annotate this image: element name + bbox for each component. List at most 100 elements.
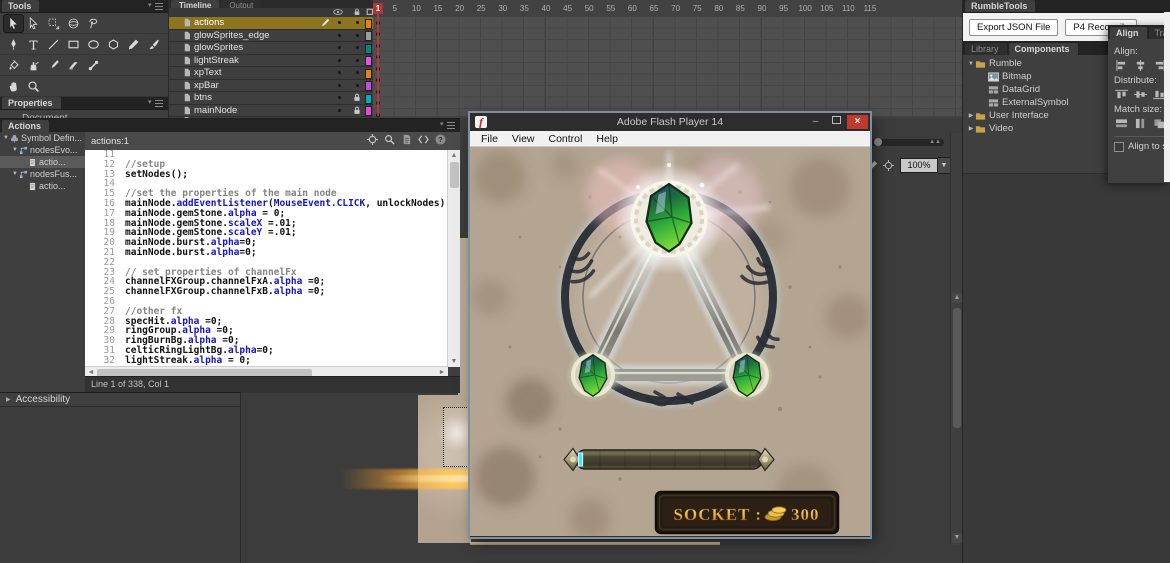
menu-control[interactable]: Control xyxy=(542,133,590,145)
frame-view-slider[interactable]: ▲▲ xyxy=(866,139,944,146)
scroll-up-icon[interactable]: ▲ xyxy=(952,293,962,303)
layer-outline-color[interactable] xyxy=(365,56,372,66)
script-tree-item[interactable]: actio... xyxy=(0,180,85,192)
layer-visibility-dot[interactable] xyxy=(338,21,341,24)
layer-visibility-dot[interactable] xyxy=(338,84,341,87)
layer-outline-color[interactable] xyxy=(365,106,372,116)
align-to-stage-checkbox[interactable]: Align to stage xyxy=(1114,141,1170,152)
layer-visibility-dot[interactable] xyxy=(338,109,341,112)
layer-row-actions[interactable]: actions xyxy=(169,17,373,30)
oval-tool[interactable] xyxy=(84,36,103,53)
layer-lock-dot[interactable] xyxy=(356,34,359,37)
brush-tool[interactable] xyxy=(144,36,163,53)
menu-help[interactable]: Help xyxy=(589,133,625,145)
layer-lock-dot[interactable] xyxy=(356,84,359,87)
scroll-down-icon[interactable]: ▼ xyxy=(952,533,962,543)
layer-outline-color[interactable] xyxy=(365,19,372,29)
lasso-tool[interactable] xyxy=(84,15,103,32)
socket-button[interactable]: SOCKET : 300 xyxy=(656,492,838,533)
line-tool[interactable] xyxy=(44,36,63,53)
pencil-tool[interactable] xyxy=(124,36,143,53)
tab-components[interactable]: Components xyxy=(1009,43,1078,55)
layer-outline-color[interactable] xyxy=(365,69,372,79)
eraser-tool[interactable] xyxy=(64,57,83,74)
subselection-tool[interactable] xyxy=(24,15,43,32)
layer-outline-color[interactable] xyxy=(365,94,372,104)
align-left-edge-icon[interactable] xyxy=(1114,59,1129,72)
polystar-tool[interactable] xyxy=(104,36,123,53)
export-json-button[interactable]: Export JSON File xyxy=(969,19,1058,36)
layer-visibility-dot[interactable] xyxy=(338,59,341,62)
layer-row-xpBar[interactable]: xpBar xyxy=(169,80,373,93)
paint-bucket-tool[interactable] xyxy=(4,57,23,74)
code-snippets-icon[interactable] xyxy=(418,134,429,145)
match-width-icon[interactable] xyxy=(1114,117,1129,130)
accessibility-header[interactable]: ▶Accessibility xyxy=(0,393,240,407)
lock-column-icon[interactable] xyxy=(352,8,362,16)
center-frame-icon[interactable] xyxy=(880,159,896,173)
close-button[interactable]: × xyxy=(847,115,868,129)
zoom-tool[interactable] xyxy=(24,78,43,95)
script-tree-item[interactable]: ▼nodesEvo... xyxy=(0,144,85,156)
layer-visibility-dot[interactable] xyxy=(338,71,341,74)
text-tool[interactable] xyxy=(24,36,43,53)
script-tree-item[interactable]: ▼nodesFus... xyxy=(0,168,85,180)
layer-outline-color[interactable] xyxy=(365,31,372,41)
editor-vertical-scrollbar[interactable]: ▲ ▼ xyxy=(447,150,460,367)
layer-visibility-dot[interactable] xyxy=(338,34,341,37)
layer-lock-dot[interactable] xyxy=(356,21,359,24)
properties-panel-tab[interactable]: Properties xyxy=(2,97,61,109)
layer-row-lightStreak[interactable]: lightStreak xyxy=(169,55,373,68)
stage-zoom-value[interactable]: 100% xyxy=(900,158,938,173)
layer-visibility-dot[interactable] xyxy=(338,96,341,99)
distribute-vertical-center-icon[interactable] xyxy=(1133,88,1148,101)
find-icon[interactable] xyxy=(384,134,395,145)
layer-lock-dot[interactable] xyxy=(356,71,359,74)
pen-tool[interactable] xyxy=(4,36,23,53)
layer-lock-dot[interactable] xyxy=(356,46,359,49)
distribute-top-edge-icon[interactable] xyxy=(1114,88,1129,101)
layer-row-btns[interactable]: btns xyxy=(169,92,373,105)
tab-timeline[interactable]: Timeline xyxy=(171,0,219,8)
code-editor[interactable]: 1112//setup13setNodes();1415//set the pr… xyxy=(85,150,448,367)
timeline-ruler[interactable]: 5101520253035404550556065707580859095100… xyxy=(373,3,963,14)
scroll-down-icon[interactable]: ▼ xyxy=(448,356,460,367)
hand-tool[interactable] xyxy=(4,78,23,95)
menu-view[interactable]: View xyxy=(505,133,542,145)
playhead[interactable]: 1 xyxy=(373,3,383,14)
minimize-button[interactable]: – xyxy=(805,115,826,129)
layer-outline-color[interactable] xyxy=(365,81,372,91)
tab-library[interactable]: Library xyxy=(965,43,1007,55)
node-right[interactable] xyxy=(720,348,774,402)
eyedropper-tool[interactable] xyxy=(44,57,63,74)
align-horizontal-center-icon[interactable] xyxy=(1133,59,1148,72)
maximize-button[interactable] xyxy=(826,115,847,129)
help-icon[interactable]: ? xyxy=(435,134,446,145)
layer-lock-dot[interactable] xyxy=(356,59,359,62)
scroll-thumb[interactable] xyxy=(450,162,459,188)
actions-panel-tab[interactable]: Actions xyxy=(2,120,49,132)
layer-outline-color[interactable] xyxy=(365,44,372,54)
panel-menu-icon[interactable] xyxy=(148,2,164,10)
bone-tool[interactable] xyxy=(84,57,103,74)
ink-bottle-tool[interactable] xyxy=(24,57,43,74)
auto-format-icon[interactable] xyxy=(401,134,412,145)
menu-file[interactable]: File xyxy=(474,133,505,145)
stage-selection-rect[interactable] xyxy=(443,407,473,467)
selection-tool[interactable] xyxy=(4,15,23,32)
scroll-thumb[interactable] xyxy=(953,308,961,428)
script-tab[interactable]: actions:1 xyxy=(91,136,129,147)
script-tree-item[interactable]: ▼Symbol Defin... xyxy=(0,132,85,144)
timeline-frames[interactable]: 5101520253035404550556065707580859095100… xyxy=(373,0,963,118)
layer-lock-icon[interactable] xyxy=(353,93,361,102)
layer-visibility-dot[interactable] xyxy=(338,46,341,49)
panel-menu-icon[interactable] xyxy=(440,121,456,129)
show-hide-eye-icon[interactable] xyxy=(333,8,343,16)
layer-row-xpText[interactable]: xpText xyxy=(169,67,373,80)
rotate-3d-tool[interactable] xyxy=(64,15,83,32)
scroll-up-icon[interactable]: ▲ xyxy=(448,150,460,161)
window-title-bar[interactable]: f Adobe Flash Player 14 – × xyxy=(470,113,870,131)
tab-output[interactable]: Output xyxy=(221,0,261,8)
layer-row-glowSprites_edge[interactable]: glowSprites_edge xyxy=(169,30,373,43)
node-main[interactable] xyxy=(613,163,725,275)
